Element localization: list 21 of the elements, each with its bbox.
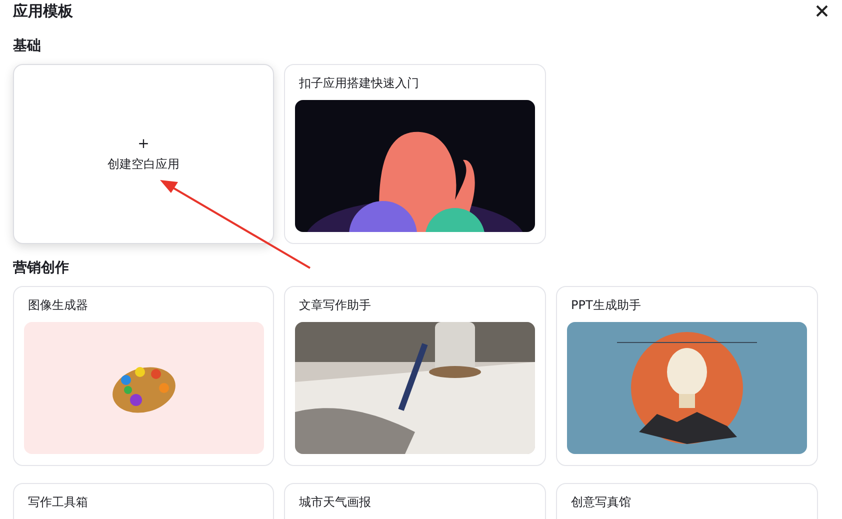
card-title: PPT生成助手 [570,297,642,314]
window-title: 应用模板 [13,2,73,20]
template-card[interactable]: 扣子应用搭建快速入门 [284,64,546,244]
card-title: 文章写作助手 [298,297,372,314]
section-heading: 营销创作 [13,259,70,278]
close-icon[interactable] [816,5,828,17]
section-heading: 基础 [13,37,42,56]
template-card[interactable]: + 创建空白应用 [13,64,274,244]
card-label: 创建空白应用 [108,156,180,173]
card-title: 城市天气画报 [298,494,372,511]
template-card[interactable]: PPT生成助手 [556,286,818,466]
template-card[interactable]: 写作工具箱 [13,483,274,519]
card-title: 写作工具箱 [27,494,89,511]
template-card[interactable]: 文章写作助手 [284,286,546,466]
template-card[interactable]: 城市天气画报 [284,483,546,519]
template-card[interactable]: 创意写真馆 [556,483,818,519]
template-card[interactable]: 图像生成器 [13,286,274,466]
card-title: 创意写真馆 [570,494,632,511]
card-title: 扣子应用搭建快速入门 [298,75,420,92]
card-title: 图像生成器 [27,297,89,314]
plus-icon: + [138,136,150,152]
